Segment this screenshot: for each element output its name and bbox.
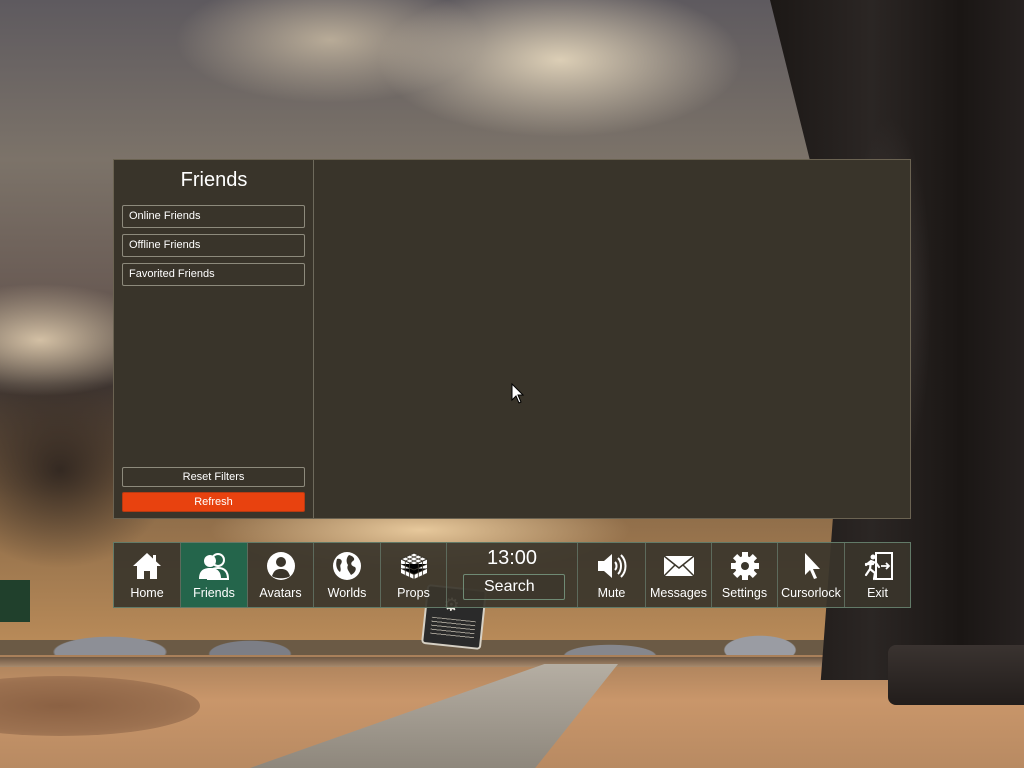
mouse-cursor-icon [511,383,525,404]
envelope-icon [662,555,695,577]
exit-button[interactable]: Exit [845,543,910,607]
panel-title: Friends [180,169,248,191]
globe-icon [333,552,361,580]
messages-label: Messages [650,586,707,600]
mute-label: Mute [597,586,626,600]
friends-panel: Friends Online Friends Offline Friends F… [113,159,911,519]
mute-button[interactable]: Mute [578,543,646,607]
filter-sidebar: Friends Online Friends Offline Friends F… [114,160,314,518]
offline-friends-button[interactable]: Offline Friends [122,234,305,257]
cursor-icon [805,553,820,579]
exit-icon [864,552,893,581]
favorited-friends-button[interactable]: Favorited Friends [122,263,305,286]
clock-search-panel: 13:00 Search [447,543,578,607]
friends-label: Friends [193,586,235,600]
props-label: Props [397,586,430,600]
friends-button[interactable]: Friends [181,543,248,607]
home-label: Home [130,586,164,600]
main-toolbar: Home Friends Avatars Worlds Props 13:00 … [113,542,911,608]
avatars-button[interactable]: Avatars [248,543,314,607]
speaker-icon [597,554,626,578]
worlds-button[interactable]: Worlds [314,543,381,607]
avatars-label: Avatars [259,586,302,600]
clock-time: 13:00 [486,547,538,569]
messages-button[interactable]: Messages [646,543,712,607]
green-block [0,580,30,622]
worlds-label: Worlds [327,586,367,600]
gear-icon [730,552,759,580]
cursorlock-label: Cursorlock [781,586,841,600]
exit-label: Exit [867,586,888,600]
props-button[interactable]: Props [381,543,447,607]
settings-label: Settings [721,586,768,600]
avatar-icon [266,552,295,580]
floating-menu-text [430,616,476,640]
cursorlock-button[interactable]: Cursorlock [778,543,845,607]
reset-filters-button[interactable]: Reset Filters [122,467,305,487]
settings-button[interactable]: Settings [712,543,778,607]
planter-box [888,645,1024,705]
home-icon [133,553,161,579]
cube-icon [399,552,428,579]
friends-list-area[interactable] [315,160,910,518]
search-button[interactable]: Search [463,574,565,600]
online-friends-button[interactable]: Online Friends [122,205,305,228]
refresh-button[interactable]: Refresh [122,492,305,512]
friends-icon [199,553,230,580]
home-button[interactable]: Home [114,543,181,607]
